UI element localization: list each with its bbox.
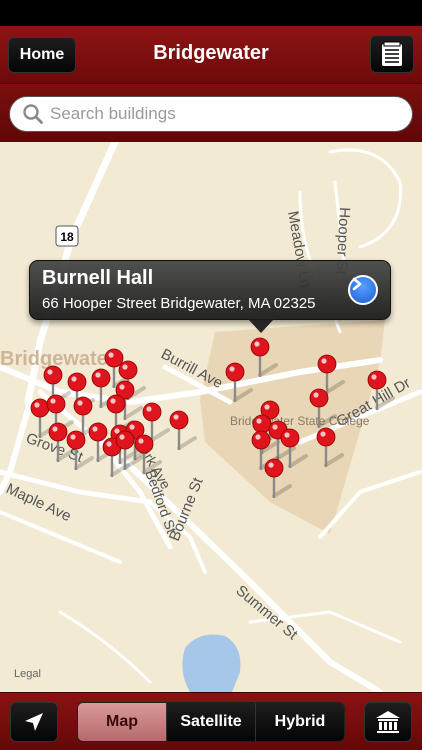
svg-text:18: 18 [60,230,74,244]
buildings-button[interactable] [364,702,412,742]
search-input[interactable] [50,104,390,124]
callout-address: 66 Hooper Street Bridgewater, MA 02325 [42,295,316,312]
bottom-toolbar: Map Satellite Hybrid [0,692,422,750]
page-title: Bridgewater [153,42,269,64]
callout-title: Burnell Hall [42,267,154,289]
campus-label: Bridgewater State College [230,414,370,428]
map-pin[interactable] [169,410,197,450]
search-icon [23,104,43,124]
location-arrow-icon [25,713,43,731]
building-icon [376,711,400,733]
list-button[interactable] [370,35,414,73]
chevron-right-icon [352,277,362,291]
route-18-shield: 18 [55,225,79,247]
segment-satellite[interactable]: Satellite [166,703,255,741]
building-callout[interactable]: Burnell Hall 66 Hooper Street Bridgewate… [29,260,391,333]
locate-button[interactable] [10,702,58,742]
map-view[interactable]: 18 Bridgewater Burrill Ave Grove St Mapl… [0,142,422,692]
map-type-segmented-control[interactable]: Map Satellite Hybrid [77,702,345,742]
segment-hybrid[interactable]: Hybrid [255,703,344,741]
navigation-bar: Home Bridgewater [0,26,422,84]
legal-link[interactable]: Legal [14,668,41,680]
list-icon [382,41,402,66]
search-field[interactable] [9,96,413,132]
status-bar [0,0,422,26]
town-label: Bridgewater [0,348,116,370]
detail-disclosure-button[interactable] [348,275,378,305]
water-body [182,634,241,692]
map-canvas[interactable]: 18 Bridgewater Burrill Ave Grove St Mapl… [0,142,422,692]
search-bar [0,84,422,142]
street-label-summer: Summer St [232,582,301,644]
segment-map[interactable]: Map [78,703,166,741]
